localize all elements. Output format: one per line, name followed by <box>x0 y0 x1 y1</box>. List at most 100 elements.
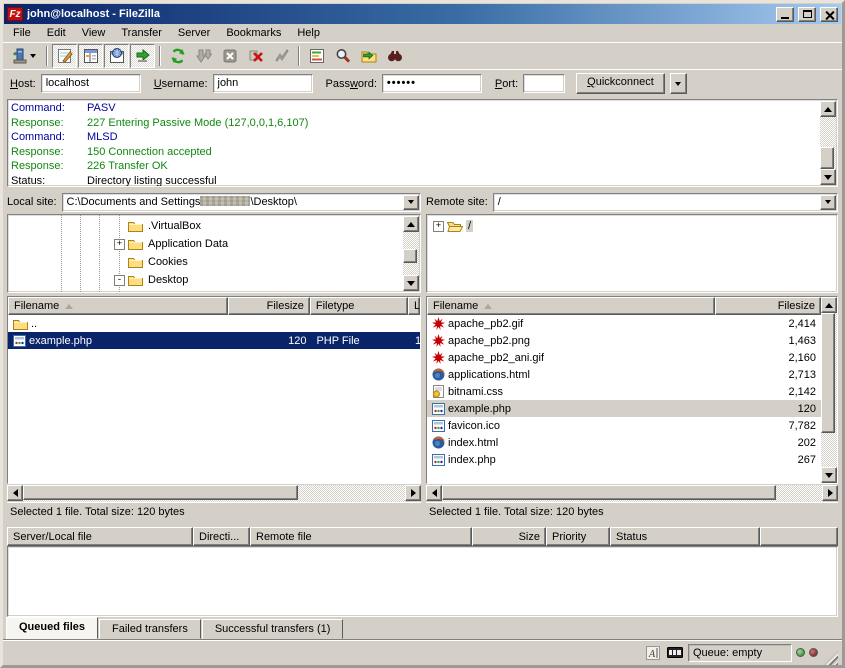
speed-limits-icon[interactable] <box>666 645 684 661</box>
resize-grip[interactable] <box>824 651 838 665</box>
menu-file[interactable]: File <box>5 25 39 41</box>
scroll-left-button[interactable] <box>7 485 23 501</box>
host-input[interactable]: localhost <box>41 74 141 93</box>
port-input[interactable] <box>523 74 565 93</box>
scroll-down-button[interactable] <box>820 169 836 185</box>
file-row[interactable]: favicon.ico 7,782 <box>427 417 821 434</box>
log-scrollbar[interactable] <box>820 101 836 185</box>
quickconnect-button[interactable]: Quickconnect <box>576 73 665 94</box>
column-header-remote-file[interactable]: Remote file <box>250 527 472 546</box>
minimize-button[interactable] <box>776 7 794 22</box>
username-input[interactable]: john <box>213 74 313 93</box>
menu-transfer[interactable]: Transfer <box>113 25 170 41</box>
scrollbar-thumb[interactable] <box>821 313 835 433</box>
scrollbar-track[interactable] <box>403 232 419 275</box>
tree-item-application-data[interactable]: + Application Data <box>8 235 402 253</box>
column-header-filename[interactable]: Filename <box>427 297 715 315</box>
tab-successful-transfers[interactable]: Successful transfers (1) <box>202 619 344 639</box>
scrollbar-track[interactable] <box>23 485 405 502</box>
file-row-selected[interactable]: example.php 120 <box>427 400 821 417</box>
scrollbar-track[interactable] <box>820 117 836 169</box>
delete-button[interactable] <box>243 44 268 68</box>
column-header-size[interactable]: Size <box>472 527 546 546</box>
directory-comparison-button[interactable] <box>269 44 294 68</box>
site-manager-dropdown-icon[interactable] <box>30 54 36 58</box>
scroll-right-button[interactable] <box>822 485 838 501</box>
menu-server[interactable]: Server <box>170 25 218 41</box>
menu-help[interactable]: Help <box>289 25 328 41</box>
scrollbar-thumb[interactable] <box>403 249 417 263</box>
scroll-right-button[interactable] <box>405 485 421 501</box>
menu-edit[interactable]: Edit <box>39 25 74 41</box>
collapse-icon[interactable]: - <box>114 275 125 286</box>
tree-item-virtualbox[interactable]: .VirtualBox <box>8 217 402 235</box>
scroll-up-button[interactable] <box>820 101 836 117</box>
local-horizontal-scrollbar[interactable] <box>7 485 421 502</box>
file-row[interactable]: index.php 267 <box>427 451 821 468</box>
tab-failed-transfers[interactable]: Failed transfers <box>99 619 201 639</box>
remote-list-scrollbar[interactable] <box>821 297 837 483</box>
scrollbar-thumb[interactable] <box>820 147 834 169</box>
file-row[interactable]: apache_pb2.png 1,463 <box>427 332 821 349</box>
column-header-filesize[interactable]: Filesize <box>228 297 309 315</box>
file-row[interactable]: apache_pb2_ani.gif 2,160 <box>427 349 821 366</box>
scrollbar-track[interactable] <box>442 485 822 502</box>
toggle-log-button[interactable] <box>52 44 77 68</box>
refresh-button[interactable] <box>165 44 190 68</box>
find-files-button[interactable] <box>330 44 355 68</box>
file-row-parent-dir[interactable]: .. <box>8 315 420 332</box>
password-input[interactable]: •••••• <box>382 74 482 93</box>
site-manager-button[interactable] <box>6 44 42 68</box>
scroll-left-button[interactable] <box>426 485 442 501</box>
tree-item-root[interactable]: + / <box>431 217 819 235</box>
column-header-filetype[interactable]: Filetype <box>310 297 408 315</box>
process-queue-button[interactable] <box>191 44 216 68</box>
site-manager-icon <box>12 48 27 64</box>
scroll-up-button[interactable] <box>821 297 837 313</box>
column-header-direction[interactable]: Directi... <box>193 527 250 546</box>
file-row[interactable]: index.html 202 <box>427 434 821 451</box>
column-header-filesize[interactable]: Filesize <box>715 297 821 315</box>
expand-icon[interactable]: + <box>114 239 125 250</box>
column-header-status[interactable]: Status <box>610 527 760 546</box>
scrollbar-thumb[interactable] <box>23 485 298 500</box>
column-header-modified[interactable]: L <box>408 297 420 315</box>
scroll-down-button[interactable] <box>403 275 419 291</box>
file-row-example-php[interactable]: example.php 120 PHP File 1 <box>8 332 420 349</box>
file-row[interactable]: bitnami.css 2,142 <box>427 383 821 400</box>
remote-horizontal-scrollbar[interactable] <box>426 485 838 502</box>
local-path-dropdown-button[interactable] <box>403 195 419 210</box>
toggle-remote-tree-button[interactable] <box>104 44 129 68</box>
remote-path-dropdown-button[interactable] <box>820 195 836 210</box>
file-row[interactable]: apache_pb2.gif 2,414 <box>427 315 821 332</box>
maximize-button[interactable] <box>798 7 816 22</box>
column-header-filename[interactable]: Filename <box>8 297 228 315</box>
file-row[interactable]: applications.html 2,713 <box>427 366 821 383</box>
scroll-up-button[interactable] <box>403 216 419 232</box>
tab-queued-files[interactable]: Queued files <box>6 617 98 639</box>
queue-tabs: Queued files Failed transfers Successful… <box>3 617 842 639</box>
tree-item-cookies[interactable]: Cookies <box>8 253 402 271</box>
local-path-combo[interactable]: C:\Documents and Settings\Desktop\ <box>62 193 421 212</box>
column-header-priority[interactable]: Priority <box>546 527 610 546</box>
tree-item-desktop[interactable]: - Desktop <box>8 271 402 289</box>
expand-icon[interactable]: + <box>433 221 444 232</box>
scrollbar-thumb[interactable] <box>442 485 776 500</box>
toggle-local-tree-button[interactable] <box>78 44 103 68</box>
quickconnect-dropdown-button[interactable] <box>670 73 687 94</box>
menu-view[interactable]: View <box>74 25 114 41</box>
cancel-operation-button[interactable] <box>217 44 242 68</box>
filezilla-logo-icon[interactable]: Fz <box>7 7 23 21</box>
search-button[interactable] <box>382 44 407 68</box>
column-header-server-local-file[interactable]: Server/Local file <box>7 527 193 546</box>
local-tree-scrollbar[interactable] <box>403 216 419 291</box>
data-type-icon[interactable]: A <box>644 645 662 661</box>
synchronized-browsing-button[interactable] <box>356 44 381 68</box>
scrollbar-track[interactable] <box>821 313 837 467</box>
toggle-queue-button[interactable] <box>130 44 155 68</box>
filename-filters-button[interactable] <box>304 44 329 68</box>
remote-path-combo[interactable]: / <box>493 193 838 212</box>
scroll-down-button[interactable] <box>821 467 837 483</box>
menu-bookmarks[interactable]: Bookmarks <box>218 25 289 41</box>
close-button[interactable] <box>820 7 838 22</box>
